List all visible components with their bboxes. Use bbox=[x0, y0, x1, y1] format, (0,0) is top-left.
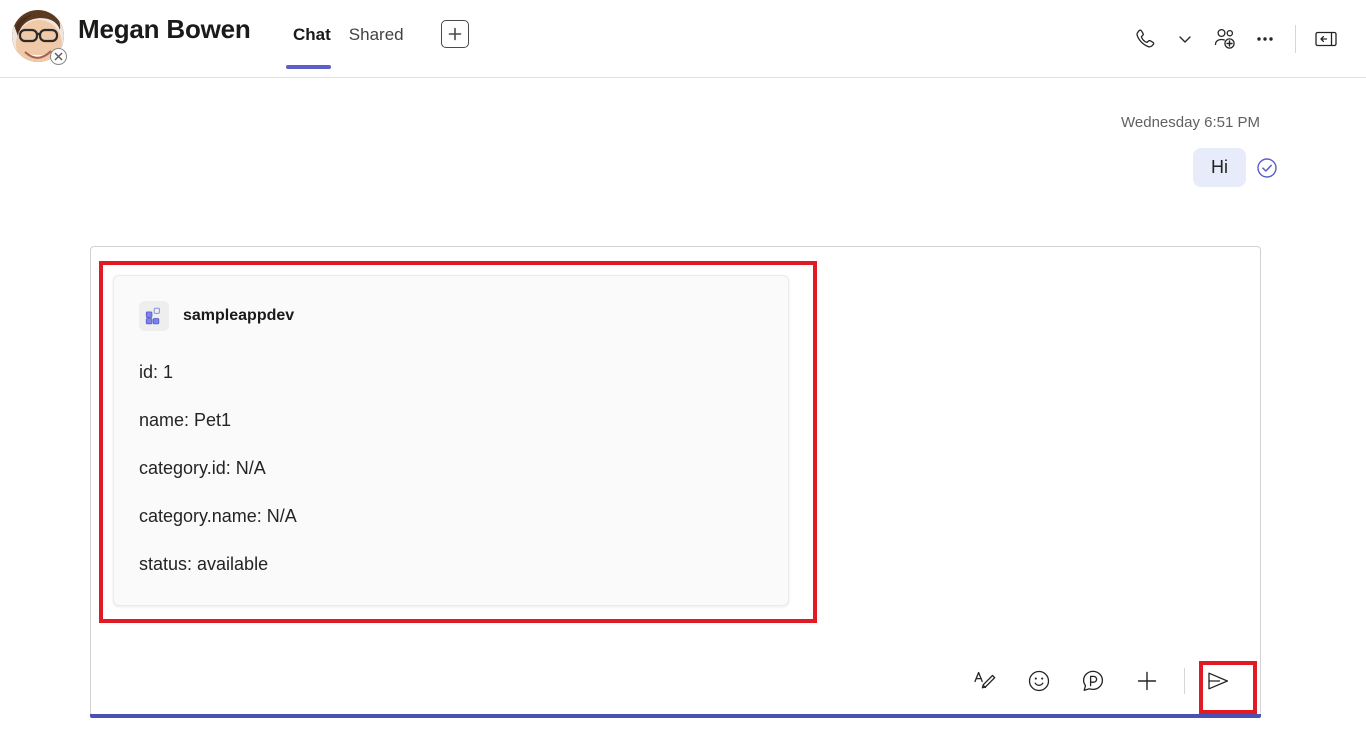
chevron-down-icon bbox=[1175, 29, 1195, 49]
more-compose-options-button[interactable] bbox=[1127, 661, 1167, 701]
call-options-button[interactable] bbox=[1165, 19, 1205, 59]
active-tab-indicator bbox=[286, 65, 331, 69]
presence-offline-icon bbox=[50, 48, 67, 65]
format-icon bbox=[972, 668, 998, 694]
send-icon bbox=[1205, 668, 1231, 694]
header-divider bbox=[1295, 25, 1296, 53]
expand-panel-button[interactable] bbox=[1306, 19, 1346, 59]
message-bubble[interactable]: Hi bbox=[1193, 148, 1246, 187]
more-options-button[interactable] bbox=[1245, 19, 1285, 59]
card-field-category-name: category.name: N/A bbox=[139, 505, 768, 527]
chat-tabs: Chat Shared bbox=[284, 18, 413, 52]
tab-shared[interactable]: Shared bbox=[340, 18, 413, 52]
add-people-icon bbox=[1212, 26, 1238, 52]
sticker-icon bbox=[1080, 668, 1106, 694]
card-body: id: 1 name: Pet1 category.id: N/A catego… bbox=[139, 361, 768, 575]
message-row: Hi bbox=[1193, 148, 1278, 187]
more-options-icon bbox=[1253, 27, 1277, 51]
card-field-category-id: category.id: N/A bbox=[139, 457, 768, 479]
card-app-name: sampleappdev bbox=[183, 307, 294, 325]
add-people-button[interactable] bbox=[1205, 19, 1245, 59]
avatar[interactable] bbox=[12, 10, 68, 66]
card-field-id: id: 1 bbox=[139, 361, 768, 383]
sticker-button[interactable] bbox=[1073, 661, 1113, 701]
adaptive-card[interactable]: sampleappdev id: 1 name: Pet1 category.i… bbox=[113, 275, 789, 606]
plus-icon bbox=[1134, 668, 1160, 694]
message-timestamp: Wednesday 6:51 PM bbox=[1121, 114, 1260, 131]
card-header: sampleappdev bbox=[139, 301, 294, 331]
card-field-status: status: available bbox=[139, 553, 768, 575]
send-button[interactable] bbox=[1198, 661, 1238, 701]
compose-toolbar bbox=[91, 647, 1260, 715]
add-tab-button[interactable] bbox=[441, 20, 469, 48]
call-button[interactable] bbox=[1125, 19, 1165, 59]
expand-panel-icon bbox=[1313, 26, 1339, 52]
format-button[interactable] bbox=[965, 661, 1005, 701]
message-sent-icon bbox=[1256, 157, 1278, 179]
compose-toolbar-divider bbox=[1184, 668, 1185, 694]
card-field-name: name: Pet1 bbox=[139, 409, 768, 431]
page-title: Megan Bowen bbox=[78, 14, 251, 45]
tab-chat[interactable]: Chat bbox=[284, 18, 340, 52]
call-icon bbox=[1133, 27, 1157, 51]
compose-focus-indicator bbox=[90, 714, 1261, 718]
apps-grid-icon bbox=[139, 301, 169, 331]
chat-header: Megan Bowen Chat Shared bbox=[0, 0, 1366, 78]
emoji-button[interactable] bbox=[1019, 661, 1059, 701]
emoji-icon bbox=[1026, 668, 1052, 694]
header-actions bbox=[1125, 0, 1366, 78]
plus-icon bbox=[447, 26, 463, 42]
